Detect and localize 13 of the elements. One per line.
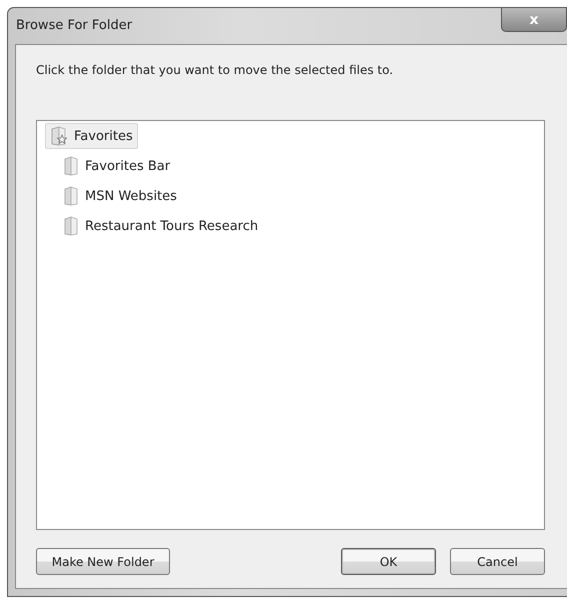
ok-button[interactable]: OK: [341, 548, 436, 575]
folder-icon: [63, 156, 79, 176]
folder-icon: [63, 186, 79, 206]
tree-item[interactable]: Restaurant Tours Research: [58, 213, 264, 239]
cancel-button[interactable]: Cancel: [450, 548, 545, 575]
star-folder-icon: [50, 126, 68, 146]
tree-item[interactable]: Favorites: [45, 123, 138, 149]
folder-icon: [63, 216, 79, 236]
make-new-folder-button[interactable]: Make New Folder: [36, 548, 170, 575]
tree-item[interactable]: Favorites Bar: [58, 153, 176, 179]
window-title: Browse For Folder: [16, 18, 132, 33]
tree-item[interactable]: MSN Websites: [58, 183, 182, 209]
instruction-text: Click the folder that you want to move the selected files to.: [36, 63, 394, 77]
